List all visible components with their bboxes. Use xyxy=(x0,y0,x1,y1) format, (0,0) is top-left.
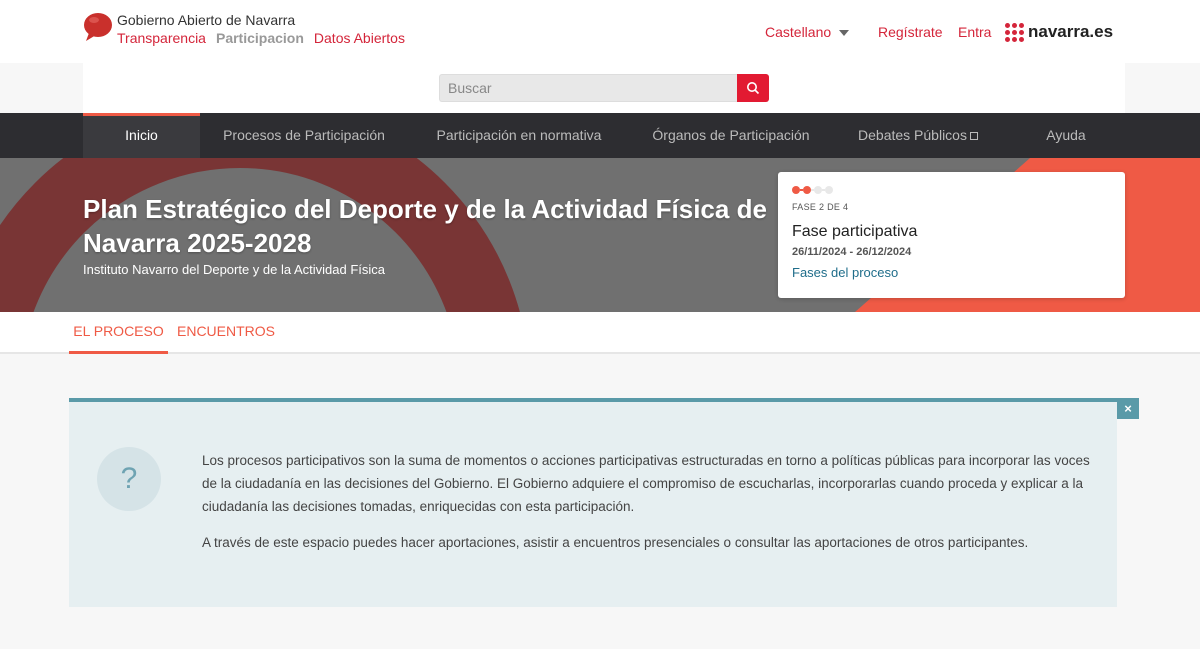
tab-el-proceso[interactable]: EL PROCESO xyxy=(69,312,168,354)
nav-ayuda[interactable]: Ayuda xyxy=(1016,113,1116,158)
nav-debates-label: Debates Públicos xyxy=(858,127,967,143)
process-hero: Plan Estratégico del Deporte y de la Act… xyxy=(0,158,1200,312)
search-button[interactable] xyxy=(737,74,769,102)
info-paragraph: A través de este espacio puedes hacer ap… xyxy=(202,535,1029,550)
process-phases-link[interactable]: Fases del proceso xyxy=(792,265,898,280)
search-bar xyxy=(83,63,1125,113)
process-tabs: EL PROCESO ENCUENTROS xyxy=(0,312,1200,354)
phase-dot-3 xyxy=(814,186,822,194)
phase-dates: 26/11/2024 - 26/12/2024 xyxy=(792,246,912,258)
phase-dot-2 xyxy=(803,186,811,194)
language-selector[interactable]: Castellano xyxy=(765,24,850,40)
search-icon xyxy=(747,82,760,95)
phase-dot-1 xyxy=(792,186,800,194)
question-icon: ? xyxy=(97,447,161,511)
phase-card: FASE 2 DE 4 Fase participativa 26/11/202… xyxy=(778,172,1125,298)
info-paragraph: Los procesos participativos son la suma … xyxy=(202,453,1090,514)
search-input[interactable] xyxy=(439,74,737,102)
subnav-transparencia[interactable]: Transparencia xyxy=(117,30,206,46)
close-icon[interactable]: × xyxy=(1117,398,1139,419)
language-label: Castellano xyxy=(765,24,832,40)
nav-inicio[interactable]: Inicio xyxy=(83,113,200,158)
phase-progress xyxy=(792,186,833,194)
navarra-brand-logo[interactable]: navarra.es xyxy=(1005,22,1113,42)
site-title[interactable]: Gobierno Abierto de Navarra xyxy=(117,12,295,28)
phase-step-label: FASE 2 DE 4 xyxy=(792,202,849,212)
process-organization: Instituto Navarro del Deporte y de la Ac… xyxy=(83,262,386,277)
nav-debates[interactable]: Debates Públicos xyxy=(848,113,988,158)
register-link[interactable]: Regístrate xyxy=(878,24,943,40)
login-link[interactable]: Entra xyxy=(958,24,991,40)
portal-subnav: Transparencia Participacion Datos Abiert… xyxy=(117,30,405,46)
external-link-icon xyxy=(969,132,978,140)
speech-bubble-logo-icon[interactable] xyxy=(83,12,113,42)
nav-procesos[interactable]: Procesos de Participación xyxy=(209,113,399,158)
subnav-datos-abiertos[interactable]: Datos Abiertos xyxy=(314,30,405,46)
navarra-dots-icon xyxy=(1005,22,1024,42)
brand-name: navarra.es xyxy=(1028,22,1114,41)
subnav-participacion[interactable]: Participacion xyxy=(216,30,304,46)
nav-normativa[interactable]: Participación en normativa xyxy=(420,113,618,158)
process-title: Plan Estratégico del Deporte y de la Act… xyxy=(83,194,767,258)
chevron-down-icon xyxy=(839,30,850,36)
main-navigation: Inicio Procesos de Participación Partici… xyxy=(0,113,1200,158)
phase-dot-4 xyxy=(825,186,833,194)
phase-name: Fase participativa xyxy=(792,223,918,240)
tab-encuentros[interactable]: ENCUENTROS xyxy=(177,312,275,354)
top-header: Gobierno Abierto de Navarra Transparenci… xyxy=(0,0,1200,63)
info-callout: ? Los procesos participativos son la sum… xyxy=(69,398,1117,607)
nav-organos[interactable]: Órganos de Participación xyxy=(640,113,822,158)
info-text: Los procesos participativos son la suma … xyxy=(202,449,1092,567)
